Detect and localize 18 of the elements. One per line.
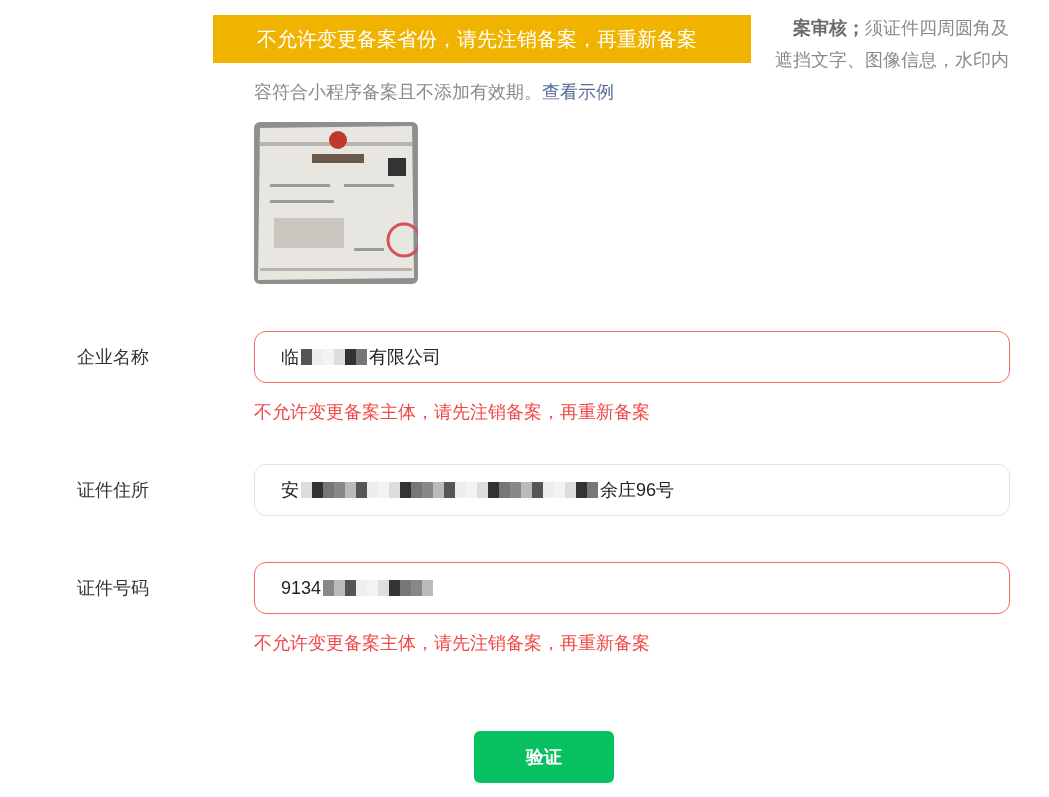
field-value: 临 — [281, 345, 299, 369]
input-field[interactable]: 安 余庄96号 — [254, 464, 1010, 516]
field-label: 证件号码 — [76, 576, 150, 600]
field-value: 安 — [281, 478, 299, 502]
field-label: 证件住所 — [76, 478, 150, 502]
input-field[interactable]: 9134 — [254, 562, 1010, 614]
example-link[interactable]: 查看示例 — [542, 76, 614, 108]
error-message: 不允许变更备案主体，请先注销备案，再重新备案 — [254, 401, 651, 424]
toast-message: 不允许变更备案省份，请先注销备案，再重新备案 — [213, 15, 751, 63]
instruction-text: 案审核；须证件四周圆角及 — [793, 17, 1009, 40]
error-message: 不允许变更备案主体，请先注销备案，再重新备案 — [254, 632, 651, 655]
input-field[interactable]: 临 有限公司 — [254, 331, 1010, 383]
field-value: 9134 — [281, 576, 322, 600]
field-label: 企业名称 — [76, 345, 150, 369]
field-value: 余庄96号 — [600, 478, 675, 502]
field-value: 有限公司 — [369, 345, 441, 369]
instruction-text: 容符合小程序备案且不添加有效期。 — [254, 81, 542, 104]
instruction-text: 遮挡文字、图像信息，水印内 — [775, 49, 1009, 72]
